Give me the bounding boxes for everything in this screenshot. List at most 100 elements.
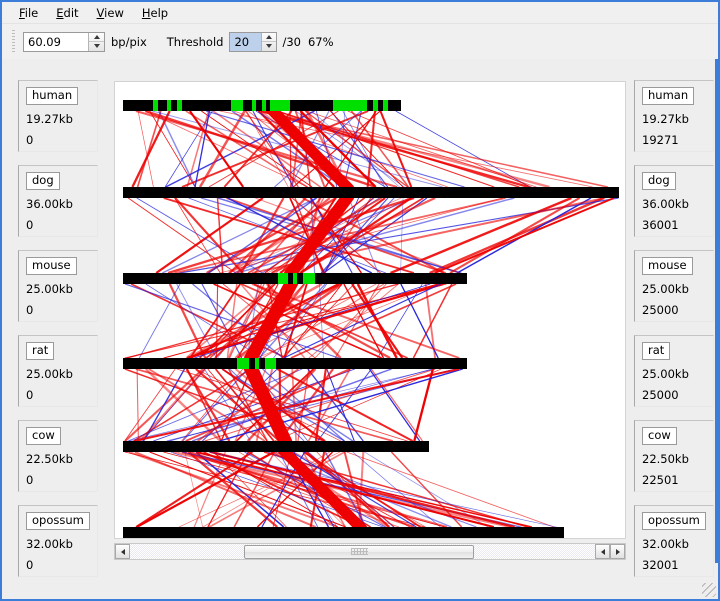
threshold-increment-button[interactable]	[262, 33, 276, 42]
chromosome-track-human[interactable]	[123, 100, 401, 111]
synteny-svg	[123, 100, 619, 538]
main-content: human 19.27kb 0 dog 36.00kb 0 mouse 25.0…	[2, 59, 718, 577]
organism-end-size-human: 19.27kb	[642, 112, 689, 126]
feature-marker[interactable]	[373, 100, 378, 111]
threshold-input[interactable]	[230, 32, 262, 51]
menu-edit-label: dit	[63, 5, 79, 20]
organism-end-name-mouse[interactable]: mouse	[642, 257, 693, 275]
left-panel-dog[interactable]: dog 36.00kb 0	[18, 165, 98, 237]
scroll-step-right-arrow-icon[interactable]	[610, 544, 625, 559]
left-panel-cow[interactable]: cow 22.50kb 0	[18, 420, 98, 492]
organism-name-opossum[interactable]: opossum	[26, 512, 90, 530]
chromosome-tracks-layer	[123, 100, 619, 538]
threshold-label: Threshold	[166, 34, 224, 49]
chromosome-track-cow[interactable]	[123, 441, 429, 452]
feature-marker[interactable]	[265, 358, 276, 369]
synteny-canvas[interactable]	[114, 81, 626, 539]
organism-offset-human: 0	[26, 133, 34, 147]
feature-marker[interactable]	[333, 100, 367, 111]
threshold-spinner-buttons[interactable]	[261, 32, 277, 51]
organism-end-size-cow: 22.50kb	[642, 452, 689, 466]
scroll-track-after[interactable]	[474, 544, 595, 559]
toolbar-drag-handle[interactable]	[12, 29, 15, 54]
threshold-max-label: /30	[282, 34, 301, 49]
scale-increment-button[interactable]	[89, 33, 104, 42]
organism-end-name-cow[interactable]: cow	[642, 427, 677, 445]
menu-file[interactable]: File	[10, 4, 47, 22]
organism-name-rat[interactable]: rat	[26, 342, 55, 360]
right-panel-dog[interactable]: dog 36.00kb 36001	[634, 165, 714, 237]
organism-size-rat: 25.00kb	[26, 367, 73, 381]
left-panel-rat[interactable]: rat 25.00kb 0	[18, 335, 98, 407]
feature-marker[interactable]	[262, 100, 266, 111]
organism-end-name-dog[interactable]: dog	[642, 172, 676, 190]
organism-name-dog[interactable]: dog	[26, 172, 60, 190]
organism-end-name-rat[interactable]: rat	[642, 342, 671, 360]
scale-spinner-buttons[interactable]	[88, 32, 104, 51]
feature-marker[interactable]	[255, 358, 259, 369]
chromosome-track-rat[interactable]	[123, 358, 467, 369]
organism-end-size-opossum: 32.00kb	[642, 537, 689, 551]
feature-marker[interactable]	[293, 273, 297, 284]
organism-name-cow[interactable]: cow	[26, 427, 61, 445]
feature-marker[interactable]	[383, 100, 388, 111]
scale-spinner[interactable]	[23, 31, 105, 52]
menu-edit[interactable]: Edit	[47, 4, 87, 22]
alignment-links-layer	[124, 109, 619, 529]
feature-marker[interactable]	[252, 100, 256, 111]
feature-marker[interactable]	[167, 100, 171, 111]
right-panel-rat[interactable]: rat 25.00kb 25000	[634, 335, 714, 407]
organism-end-size-rat: 25.00kb	[642, 367, 689, 381]
organism-end-offset-human: 19271	[642, 133, 679, 147]
left-organism-column: human 19.27kb 0 dog 36.00kb 0 mouse 25.0…	[18, 59, 102, 590]
right-panel-human[interactable]: human 19.27kb 19271	[634, 80, 714, 152]
scale-input[interactable]	[24, 32, 88, 51]
menu-help[interactable]: Help	[133, 4, 177, 22]
left-panel-human[interactable]: human 19.27kb 0	[18, 80, 98, 152]
scroll-thumb[interactable]	[244, 544, 474, 559]
feature-marker[interactable]	[270, 100, 290, 111]
organism-end-name-opossum[interactable]: opossum	[642, 512, 706, 530]
right-organism-column: human 19.27kb 19271 dog 36.00kb 36001 mo…	[634, 59, 718, 590]
scroll-thumb-grip-icon	[350, 548, 368, 555]
scroll-track-before[interactable]	[130, 544, 244, 559]
application-window: File Edit View Help bp/pix Threshold /30…	[0, 0, 720, 601]
feature-marker[interactable]	[177, 100, 182, 111]
threshold-spinner[interactable]	[229, 31, 278, 52]
scale-decrement-button[interactable]	[89, 41, 104, 51]
organism-end-offset-mouse: 25000	[642, 303, 679, 317]
left-panel-opossum[interactable]: opossum 32.00kb 0	[18, 505, 98, 577]
window-resize-grip[interactable]	[702, 583, 716, 597]
organism-size-opossum: 32.00kb	[26, 537, 73, 551]
right-panel-opossum[interactable]: opossum 32.00kb 32001	[634, 505, 714, 577]
organism-name-human[interactable]: human	[26, 87, 79, 105]
toolbar: bp/pix Threshold /30 67%	[2, 23, 718, 59]
scale-unit-label: bp/pix	[111, 34, 147, 49]
menu-view[interactable]: View	[88, 4, 133, 22]
organism-end-name-human[interactable]: human	[642, 87, 695, 105]
feature-marker[interactable]	[278, 273, 288, 284]
threshold-decrement-button[interactable]	[262, 41, 277, 51]
organism-offset-rat: 0	[26, 388, 34, 402]
right-panel-mouse[interactable]: mouse 25.00kb 25000	[634, 250, 714, 322]
organism-end-offset-dog: 36001	[642, 218, 679, 232]
horizontal-scrollbar[interactable]	[114, 543, 626, 560]
feature-marker[interactable]	[231, 100, 243, 111]
feature-marker[interactable]	[237, 358, 249, 369]
menu-bar: File Edit View Help	[2, 2, 718, 23]
organism-size-dog: 36.00kb	[26, 197, 73, 211]
scroll-step-left-arrow-icon[interactable]	[595, 544, 610, 559]
organism-name-mouse[interactable]: mouse	[26, 257, 77, 275]
feature-marker[interactable]	[303, 273, 315, 284]
right-panel-cow[interactable]: cow 22.50kb 22501	[634, 420, 714, 492]
vertical-scrollbar[interactable]	[715, 59, 718, 563]
organism-offset-mouse: 0	[26, 303, 34, 317]
feature-marker[interactable]	[153, 100, 158, 111]
organism-end-offset-rat: 25000	[642, 388, 679, 402]
chromosome-track-opossum[interactable]	[123, 527, 564, 538]
scroll-left-arrow-icon[interactable]	[115, 544, 130, 559]
chromosome-track-dog[interactable]	[123, 187, 619, 198]
left-panel-mouse[interactable]: mouse 25.00kb 0	[18, 250, 98, 322]
organism-offset-dog: 0	[26, 218, 34, 232]
chromosome-track-mouse[interactable]	[123, 273, 467, 284]
